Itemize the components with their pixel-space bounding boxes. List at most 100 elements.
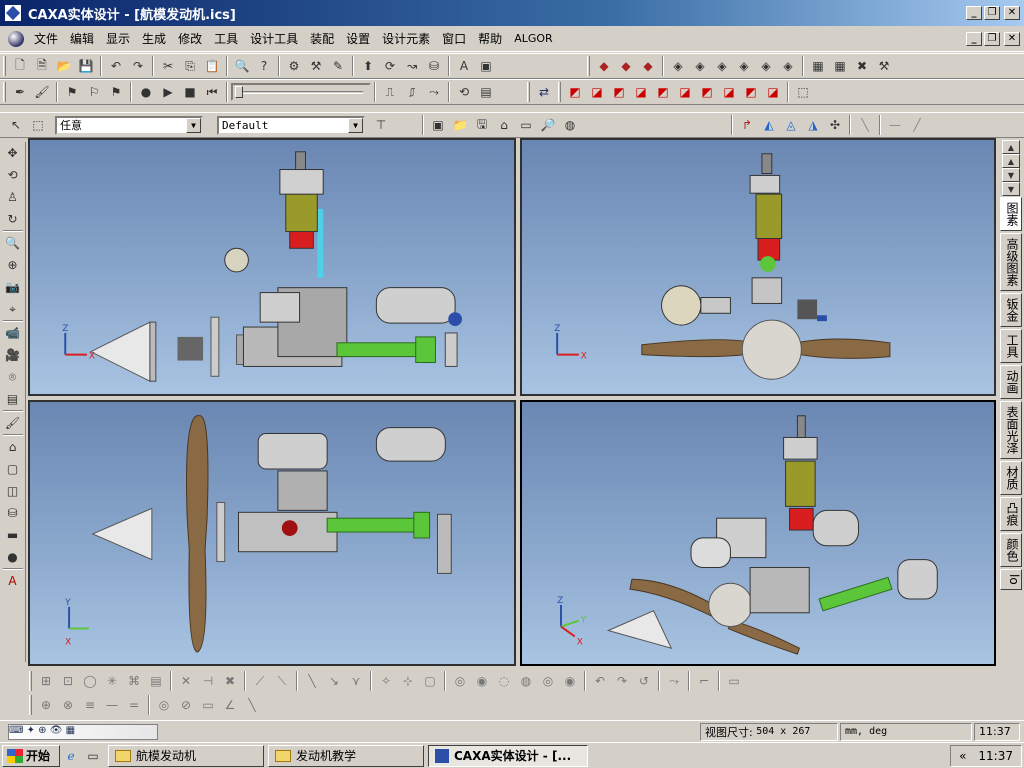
menu-edit[interactable]: 编辑 (64, 30, 100, 47)
snap-x-icon[interactable]: ↶ (590, 671, 610, 691)
solid-c-icon[interactable]: ◆ (638, 56, 658, 76)
anim-c-icon[interactable]: ⚑ (106, 82, 126, 102)
target-icon[interactable]: ⌖ (3, 299, 23, 319)
snap-m-icon[interactable]: ↘ (324, 671, 344, 691)
menu-settings[interactable]: 设置 (340, 30, 376, 47)
camera-save-icon[interactable]: ▤ (3, 389, 23, 409)
sketch-j-icon[interactable]: ╲ (242, 695, 262, 715)
render-icon[interactable]: ◍ (560, 115, 580, 135)
zoom-in-icon[interactable]: 🔍 (3, 233, 23, 253)
loft-icon[interactable]: ⛁ (424, 56, 444, 76)
snap-n-icon[interactable]: ⋎ (346, 671, 366, 691)
help-pointer-icon[interactable]: ? (254, 56, 274, 76)
view-h-icon[interactable]: ◪ (719, 82, 739, 102)
snap-t-icon[interactable]: ◌ (494, 671, 514, 691)
camera-move-icon[interactable]: 📹 (3, 323, 23, 343)
save-scene-icon[interactable]: 🖫 (472, 115, 492, 135)
eyedropper-icon[interactable]: ✒ (10, 82, 30, 102)
tool-b-icon[interactable]: ⚒ (306, 56, 326, 76)
play-icon[interactable]: ▶ (158, 82, 178, 102)
text-icon[interactable]: A (454, 56, 474, 76)
edit-f-icon[interactable]: ◈ (778, 56, 798, 76)
tool-a-icon[interactable]: ⚙ (284, 56, 304, 76)
snap-j-icon[interactable]: ⟋ (250, 671, 270, 691)
tab-sheet-metal[interactable]: 钣金 (1000, 293, 1022, 327)
snap-e-icon[interactable]: ⌘ (124, 671, 144, 691)
tab-color[interactable]: 颜色 (1000, 533, 1022, 567)
anim-a-icon[interactable]: ⚑ (62, 82, 82, 102)
taskbar-clock[interactable]: 11:37 (978, 749, 1013, 763)
view-b-icon[interactable]: ◪ (587, 82, 607, 102)
select-box-icon[interactable]: ⬚ (28, 115, 48, 135)
image-icon[interactable]: ▣ (476, 56, 496, 76)
snap-r-icon[interactable]: ◎ (450, 671, 470, 691)
save-icon[interactable]: 💾 (76, 56, 96, 76)
walk-icon[interactable]: ♙ (3, 187, 23, 207)
snap-aa-icon[interactable]: ⤳ (664, 671, 684, 691)
zoom-icon[interactable]: 🔎 (538, 115, 558, 135)
menu-view[interactable]: 显示 (100, 30, 136, 47)
assembly-b-icon[interactable]: ▦ (830, 56, 850, 76)
ime-icon[interactable]: ⌨ ✦ ⊕ 👁 ▦ (8, 723, 158, 740)
snap-y-icon[interactable]: ↷ (612, 671, 632, 691)
line-c-icon[interactable]: ╱ (907, 115, 927, 135)
maximize-button[interactable]: ❐ (984, 6, 1000, 20)
scroll-down-icon[interactable]: ▼ (1002, 168, 1020, 182)
page-icon[interactable]: ▭ (516, 115, 536, 135)
menu-algor[interactable]: ALGOR (508, 32, 558, 45)
tab-emboss[interactable]: 凸痕 (1000, 497, 1022, 531)
snap-q-icon[interactable]: ▢ (420, 671, 440, 691)
snap-p-icon[interactable]: ⊹ (398, 671, 418, 691)
zoom-window-icon[interactable]: ⊕ (3, 255, 23, 275)
view-iso-icon[interactable]: ⬚ (793, 82, 813, 102)
render-a-icon[interactable]: ⌂ (3, 437, 23, 457)
edit-a-icon[interactable]: ◈ (668, 56, 688, 76)
start-button[interactable]: 开始 (2, 744, 60, 767)
link-icon[interactable]: ⇄ (534, 82, 554, 102)
transform-a-icon[interactable]: ↱ (737, 115, 757, 135)
task-caxa[interactable]: CAXA实体设计 - [... (428, 744, 588, 767)
anim-b-icon[interactable]: ⚐ (84, 82, 104, 102)
paste-icon[interactable]: 📋 (202, 56, 222, 76)
snap-cc-icon[interactable]: ▭ (724, 671, 744, 691)
camera-icon[interactable]: 📷 (3, 277, 23, 297)
snap-bb-icon[interactable]: ⌐ (694, 671, 714, 691)
scroll-up-icon[interactable]: ▲ (1002, 140, 1020, 154)
scroll-down-alt-icon[interactable]: ▼ (1002, 182, 1020, 196)
sweep-icon[interactable]: ↝ (402, 56, 422, 76)
line-a-icon[interactable]: ╲ (855, 115, 875, 135)
move-icon[interactable]: ✥ (3, 143, 23, 163)
animation-slider[interactable] (231, 83, 371, 101)
anim-prop-b-icon[interactable]: ▤ (476, 82, 496, 102)
new-drawing-icon[interactable]: 🗎 (32, 56, 52, 76)
paint-icon[interactable]: 🖌 (32, 82, 52, 102)
extrude-icon[interactable]: ⬆ (358, 56, 378, 76)
menu-design-elements[interactable]: 设计元素 (376, 30, 436, 47)
render-e-icon[interactable]: ▬ (3, 525, 23, 545)
orbit-icon[interactable]: ⟲ (3, 165, 23, 185)
anim-prop-a-icon[interactable]: ⟲ (454, 82, 474, 102)
assembly-d-icon[interactable]: ⚒ (874, 56, 894, 76)
copy-icon[interactable]: ⎘ (180, 56, 200, 76)
assembly-c-icon[interactable]: ✖ (852, 56, 872, 76)
quick-launch-desktop-icon[interactable]: ▭ (83, 746, 103, 766)
tab-animation[interactable]: 动画 (1000, 365, 1022, 399)
anim-path-b-icon[interactable]: ⎎ (402, 82, 422, 102)
redo-icon[interactable]: ↷ (128, 56, 148, 76)
snap-z-icon[interactable]: ↺ (634, 671, 654, 691)
rewind-icon[interactable]: ⏮ (202, 82, 222, 102)
solid-a-icon[interactable]: ◆ (594, 56, 614, 76)
view-g-icon[interactable]: ◩ (697, 82, 717, 102)
anim-path-a-icon[interactable]: ⎍ (380, 82, 400, 102)
menu-design-tools[interactable]: 设计工具 (244, 30, 304, 47)
tab-primitives[interactable]: 图素 (1000, 197, 1022, 231)
snap-h-icon[interactable]: ⊣ (198, 671, 218, 691)
sketch-d-icon[interactable]: — (102, 695, 122, 715)
menu-tools[interactable]: 工具 (208, 30, 244, 47)
view-c-icon[interactable]: ◩ (609, 82, 629, 102)
edit-c-icon[interactable]: ◈ (712, 56, 732, 76)
render-c-icon[interactable]: ◫ (3, 481, 23, 501)
hierarchy-icon[interactable]: ⊤ (371, 115, 391, 135)
anim-path-c-icon[interactable]: ⤳ (424, 82, 444, 102)
rotate-icon[interactable]: ⟳ (380, 56, 400, 76)
